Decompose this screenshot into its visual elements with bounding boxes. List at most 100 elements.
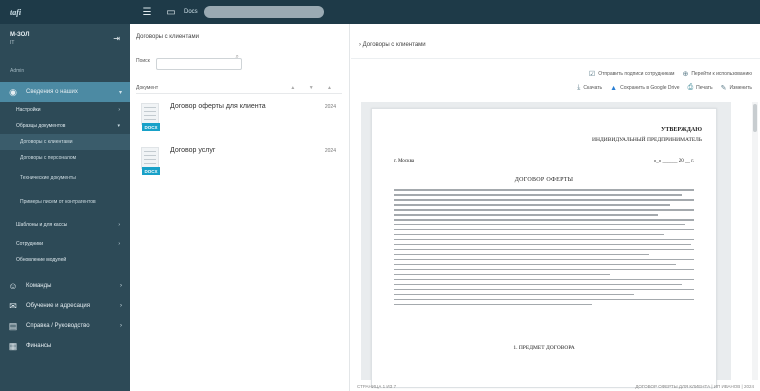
link-icon: ⊕ <box>682 71 689 78</box>
document-title: Договор услуг <box>170 147 216 154</box>
city-text: г. Москва <box>394 159 415 164</box>
section-heading: 1. ПРЕДМЕТ ДОГОВОРА <box>513 345 575 351</box>
breadcrumb: › Договоры с клиентами <box>359 42 426 48</box>
sidebar-nav: ◉ Сведения о наших ▾ Настройки › Образцы… <box>0 82 130 356</box>
sidebar-subitem-letter-examples[interactable]: Примеры писем от контрагентов <box>0 190 130 214</box>
document-page: УТВЕРЖДАЮ ИНДИВИДУАЛЬНЫЙ ПРЕДПРИНИМАТЕЛЬ… <box>371 108 717 388</box>
sidebar-item-settings[interactable]: Настройки › <box>0 102 130 118</box>
file-type-badge: DOCX <box>142 123 160 131</box>
toolbar-primary: ☑ Отправить подписи сотрудникам ⊕ Перейт… <box>581 70 752 78</box>
sidebar-section-label: Команды <box>26 283 52 289</box>
sidebar: М-ЗОЛ IT ⇥ Admin ◉ Сведения о наших ▾ На… <box>0 24 130 391</box>
top-bar: tafi ☰ ▭ Docs <box>0 0 760 24</box>
document-date: 2024 <box>324 148 336 154</box>
group-icon: ☺ <box>8 281 18 291</box>
hamburger-icon[interactable]: ☰ <box>140 5 154 19</box>
user-box: М-ЗОЛ IT ⇥ Admin <box>0 24 130 74</box>
scrollbar-thumb[interactable] <box>753 104 757 132</box>
search-row: Поиск ⌕ <box>136 52 242 70</box>
chevron-right-icon: › <box>120 323 122 329</box>
search-wrapper: ⌕ <box>155 52 242 70</box>
entrepreneur-line: ИНДИВИДУАЛЬНЫЙ ПРЕДПРИНИМАТЕЛЬ <box>592 137 702 143</box>
search-input[interactable] <box>155 58 242 70</box>
send-signatures-button[interactable]: ☑ Отправить подписи сотрудникам <box>589 70 675 78</box>
panel-title: Договоры с клиентами <box>136 34 199 40</box>
sidebar-section-label: Справка / Руководство <box>26 323 90 329</box>
chevron-down-icon: ▾ <box>118 89 122 96</box>
button-label: Скачать <box>583 85 603 91</box>
approve-heading: УТВЕРЖДАЮ <box>660 127 702 133</box>
sidebar-section-2[interactable]: ✉ Обучение и адресация › <box>0 296 130 316</box>
sidebar-subitem-client-contracts[interactable]: Договоры с клиентами <box>0 134 130 150</box>
sidebar-item-label: Обновление модулей <box>16 257 67 263</box>
button-label: Изменить <box>729 85 752 91</box>
toolbar-secondary: ⤓ Скачать ▲ Сохранить в Google Drive ⎙ П… <box>569 84 752 92</box>
viewer-footer: СТРАНИЦА 1 ИЗ 7 ДОГОВОР ОФЕРТЫ ДЛЯ КЛИЕН… <box>351 381 760 391</box>
sidebar-item-staff[interactable]: Сотрудники › <box>0 236 130 252</box>
go-to-use-button[interactable]: ⊕ Перейти к использованию <box>682 70 752 78</box>
search-icon[interactable]: ⌕ <box>235 54 238 61</box>
sidebar-item-templates[interactable]: Образцы документов ▾ <box>0 118 130 134</box>
save-to-drive-button[interactable]: ▲ Сохранить в Google Drive <box>610 85 679 92</box>
document-heading: ДОГОВОР ОФЕРТЫ <box>514 177 574 183</box>
chevron-right-icon: › <box>120 283 122 289</box>
topbar-label: Docs <box>184 9 198 15</box>
sidebar-section-label: Сведения о наших <box>26 89 78 95</box>
chevron-right-icon: › <box>118 241 120 247</box>
print-button[interactable]: ⎙ Печать <box>688 84 713 92</box>
sidebar-subitem-label: Технические документы <box>20 175 76 181</box>
sidebar-subitem-label: Примеры писем от контрагентов <box>20 199 96 205</box>
sidebar-section-0[interactable]: ◉ Сведения о наших ▾ <box>0 82 130 102</box>
user-name: М-ЗОЛ <box>10 32 30 38</box>
book-icon: ▤ <box>8 320 18 331</box>
edit-button[interactable]: ✎ Изменить <box>721 84 752 92</box>
chevron-right-icon: › <box>118 222 120 228</box>
download-icon: ⤓ <box>577 84 581 91</box>
print-icon: ⎙ <box>687 84 694 91</box>
sidebar-section-4[interactable]: ▦ Финансы <box>0 336 130 356</box>
edit-icon: ✎ <box>720 85 727 92</box>
app-logo: tafi <box>10 7 22 17</box>
document-title: Договор оферты для клиента <box>170 103 266 110</box>
topbar-search-pill[interactable] <box>203 6 324 18</box>
divider <box>351 58 760 59</box>
document-info: ДОГОВОР ОФЕРТЫ ДЛЯ КЛИЕНТА | ИП ИВАНОВ |… <box>635 383 754 389</box>
download-button[interactable]: ⤓ Скачать <box>577 84 602 92</box>
sidebar-item-label: Образцы документов <box>16 123 66 129</box>
checkbox-icon: ☑ <box>588 71 596 78</box>
document-body-text <box>394 189 694 309</box>
sidebar-section-label: Обучение и адресация <box>26 303 91 309</box>
document-thumbnail-icon <box>141 103 159 125</box>
document-viewer[interactable]: УТВЕРЖДАЮ ИНДИВИДУАЛЬНЫЙ ПРЕДПРИНИМАТЕЛЬ… <box>361 102 731 388</box>
scrollbar[interactable] <box>752 102 758 380</box>
list-item[interactable]: DOCX Договор услуг 2024 <box>136 144 342 188</box>
list-item[interactable]: DOCX Договор оферты для клиента 2024 <box>136 100 342 144</box>
sidebar-item-updates[interactable]: Обновление модулей <box>0 252 130 268</box>
sidebar-subitem-label: Договоры с клиентами <box>20 139 73 145</box>
chat-icon: ✉ <box>9 300 17 311</box>
clipboard-icon: ▦ <box>8 340 18 351</box>
date-text: «_» ______ 20 __ г. <box>653 159 694 164</box>
document-list-panel: Договоры с клиентами Поиск ⌕ Документ ▲ … <box>130 24 350 391</box>
sidebar-subitem-staff-contracts[interactable]: Договоры с персоналом <box>0 150 130 166</box>
user-icon: ◉ <box>9 86 17 97</box>
sidebar-item-label: Сотрудники <box>16 241 44 247</box>
sort-icons[interactable]: ▲ ▼ ▲ <box>290 85 338 91</box>
document-preview-panel: › Договоры с клиентами ☑ Отправить подпи… <box>351 24 760 391</box>
sidebar-section-3[interactable]: ▤ Справка / Руководство › <box>0 316 130 336</box>
list-header: Документ ▲ ▼ ▲ <box>136 82 342 94</box>
sidebar-subitem-label: Договоры с персоналом <box>20 155 77 161</box>
button-label: Перейти к использованию <box>691 71 752 77</box>
sidebar-item-label: Шаблоны и для кассы <box>16 222 68 228</box>
sidebar-subitem-tech-docs[interactable]: Технические документы <box>0 166 130 190</box>
chevron-down-icon: ▾ <box>117 123 120 129</box>
document-date: 2024 <box>324 104 336 110</box>
window-icon[interactable]: ▭ <box>164 5 178 19</box>
sidebar-item-cash[interactable]: Шаблоны и для кассы › <box>0 214 130 236</box>
button-label: Печать <box>696 85 713 91</box>
logout-icon[interactable]: ⇥ <box>113 34 120 43</box>
page-counter: СТРАНИЦА 1 ИЗ 7 <box>357 383 397 389</box>
button-label: Отправить подписи сотрудникам <box>598 71 675 77</box>
sidebar-section-1[interactable]: ☺ Команды › <box>0 276 130 296</box>
sidebar-item-label: Настройки <box>16 107 41 113</box>
